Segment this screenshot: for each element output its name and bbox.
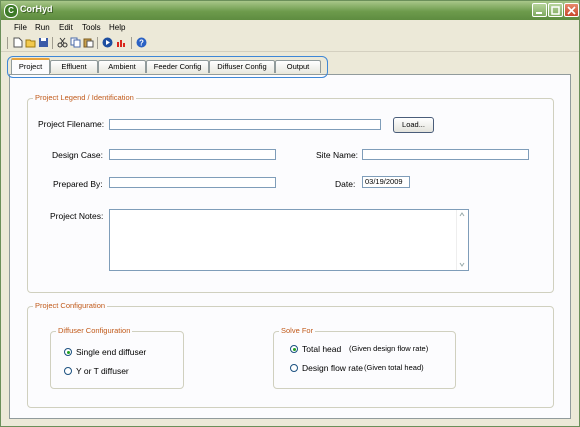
solve-for-group: Solve For — [273, 326, 456, 389]
project-filename-label: Project Filename: — [38, 119, 105, 129]
site-name-label: Site Name: — [316, 150, 359, 160]
diffuser-configuration-group: Diffuser Configuration — [50, 326, 184, 389]
copy-icon[interactable] — [70, 37, 81, 48]
title-bar[interactable]: C CorHyd — [1, 1, 579, 20]
design-flow-rate-radio[interactable] — [290, 364, 298, 372]
minimize-icon — [536, 12, 542, 14]
group-title: Project Configuration — [33, 301, 108, 310]
total-head-label[interactable]: Total head — [302, 344, 341, 354]
single-end-diffuser-label[interactable]: Single end diffuser — [76, 347, 146, 357]
close-button[interactable] — [564, 3, 579, 17]
scroll-arrows-icon — [459, 212, 465, 267]
y-or-t-diffuser-label[interactable]: Y or T diffuser — [76, 366, 129, 376]
close-icon — [567, 6, 576, 15]
toolbar: ? — [1, 35, 579, 52]
menu-tools[interactable]: Tools — [82, 23, 101, 32]
svg-text:?: ? — [139, 39, 144, 48]
window-bottom-edge — [1, 421, 579, 426]
prepared-by-label: Prepared By: — [53, 179, 103, 189]
group-title: Solve For — [279, 326, 316, 335]
menu-bar: File Run Edit Tools Help — [1, 20, 579, 35]
site-name-field[interactable] — [362, 149, 529, 160]
design-case-field[interactable] — [109, 149, 276, 160]
help-icon[interactable]: ? — [136, 37, 147, 48]
menu-file[interactable]: File — [14, 23, 27, 32]
open-folder-icon[interactable] — [25, 37, 36, 48]
single-end-diffuser-radio[interactable] — [64, 348, 72, 356]
tab-highlight-outline — [7, 56, 328, 78]
date-field[interactable]: 03/19/2009 — [362, 176, 410, 188]
group-title: Diffuser Configuration — [56, 326, 133, 335]
cut-icon[interactable] — [57, 37, 68, 48]
app-logo-icon: C — [4, 4, 18, 18]
app-window: C CorHyd File Run Edit Tools Help ? Proj… — [0, 0, 580, 427]
menu-run[interactable]: Run — [35, 23, 50, 32]
load-button[interactable]: Load... — [393, 117, 434, 133]
project-notes-textarea[interactable] — [109, 209, 469, 271]
run-icon[interactable] — [102, 37, 113, 48]
total-head-radio[interactable] — [290, 345, 298, 353]
menu-edit[interactable]: Edit — [59, 23, 73, 32]
menu-help[interactable]: Help — [109, 23, 125, 32]
design-case-label: Design Case: — [52, 150, 104, 160]
prepared-by-field[interactable] — [109, 177, 276, 188]
y-or-t-diffuser-radio[interactable] — [64, 367, 72, 375]
group-title: Project Legend / Identification — [33, 93, 136, 102]
project-tab-panel: Project Legend / Identification Project … — [9, 74, 571, 419]
project-filename-field[interactable] — [109, 119, 381, 130]
toolbar-grip — [7, 37, 8, 49]
design-flow-rate-label[interactable]: Design flow rate — [302, 363, 363, 373]
window-title: CorHyd — [20, 4, 53, 14]
toolbar-separator — [131, 37, 132, 49]
maximize-icon — [551, 6, 560, 15]
maximize-button[interactable] — [548, 3, 563, 17]
date-label: Date: — [335, 179, 356, 189]
design-flow-rate-note: (Given total head) — [364, 363, 424, 372]
minimize-button[interactable] — [532, 3, 547, 17]
total-head-note: (Given design flow rate) — [349, 344, 429, 353]
chart-icon[interactable] — [116, 37, 127, 48]
project-notes-label: Project Notes: — [50, 211, 104, 221]
save-icon[interactable] — [38, 37, 49, 48]
new-file-icon[interactable] — [12, 37, 23, 48]
toolbar-separator — [52, 37, 53, 49]
notes-scrollbar[interactable] — [456, 210, 468, 270]
paste-icon[interactable] — [83, 37, 94, 48]
toolbar-separator — [97, 37, 98, 49]
